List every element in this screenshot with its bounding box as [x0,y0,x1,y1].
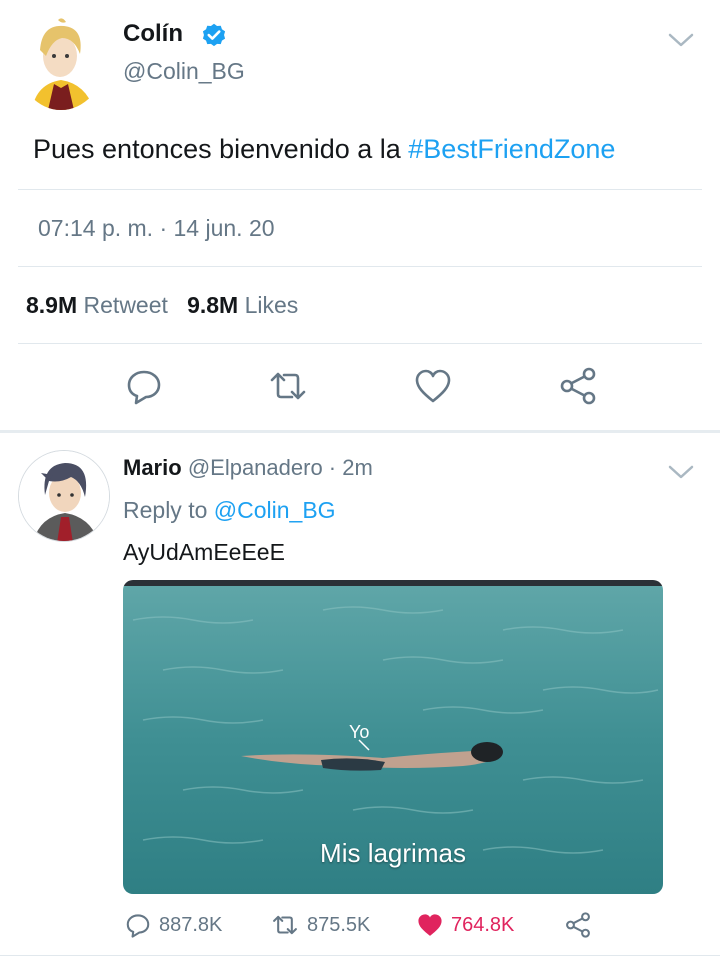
reply-header: Mario @Elpanadero · 2m [123,455,373,481]
divider [18,266,702,267]
reply-reply-button[interactable]: 887.8K [123,905,222,945]
reply-action-bar: 887.8K 875.5K 764.8K [123,905,663,945]
reply-text: AyUdAmEeEeE [123,539,285,565]
media-caption: Mis lagrimas [320,838,466,868]
share-icon [566,912,590,938]
retweet-icon[interactable] [266,364,310,408]
tweet-text: Pues entonces bienvenido a la #BestFrien… [33,134,615,165]
reply-to-line: Reply to @Colin_BG [123,497,336,524]
main-tweet: Colín @Colin_BG Pues entonces bienvenido… [0,0,720,432]
like-count[interactable]: 9.8M [187,292,238,318]
reply-author-meta[interactable]: @Elpanadero · 2m [188,455,373,480]
verified-badge-icon [202,23,226,47]
divider [18,189,702,190]
retweet-count[interactable]: 8.9M [26,292,77,318]
chevron-down-icon[interactable] [664,460,698,484]
retweet-icon [273,915,297,935]
divider [0,955,720,956]
reply-like-button[interactable]: 764.8K [415,905,514,945]
reply-media[interactable]: Yo Mis lagrimas [123,580,663,894]
reply-share-button[interactable] [563,905,599,945]
reply-author-name[interactable]: Mario [123,455,182,480]
author-name[interactable]: Colín [123,20,183,48]
reply-retweet-button[interactable]: 875.5K [269,905,370,945]
tweet-action-bar [0,356,720,416]
author-avatar[interactable] [18,14,104,110]
chevron-down-icon[interactable] [664,28,698,52]
like-icon[interactable] [411,364,455,408]
divider [18,343,702,344]
media-label: Yo [349,722,370,742]
reply-to-label: Reply to [123,497,214,523]
like-label[interactable]: Likes [245,292,299,318]
reply-author-avatar[interactable] [18,450,110,542]
retweet-label[interactable]: Retweet [84,292,168,318]
engagement-stats: 8.9M Retweet 9.8M Likes [26,292,298,319]
share-icon[interactable] [556,364,600,408]
section-separator [0,430,720,433]
hashtag-link[interactable]: #BestFriendZone [408,134,615,164]
reply-to-mention[interactable]: @Colin_BG [214,497,336,523]
like-filled-icon [418,914,442,936]
tweet-text-body: Pues entonces bienvenido a la [33,134,409,164]
reply-retweet-count: 875.5K [307,913,371,936]
reply-like-count: 764.8K [451,913,515,936]
reply-icon [126,914,150,938]
tweet-timestamp: 07:14 p. m. · 14 jun. 20 [38,215,275,241]
reply-icon[interactable] [122,364,166,408]
author-handle[interactable]: @Colin_BG [123,58,245,85]
reply-count: 887.8K [159,913,223,936]
